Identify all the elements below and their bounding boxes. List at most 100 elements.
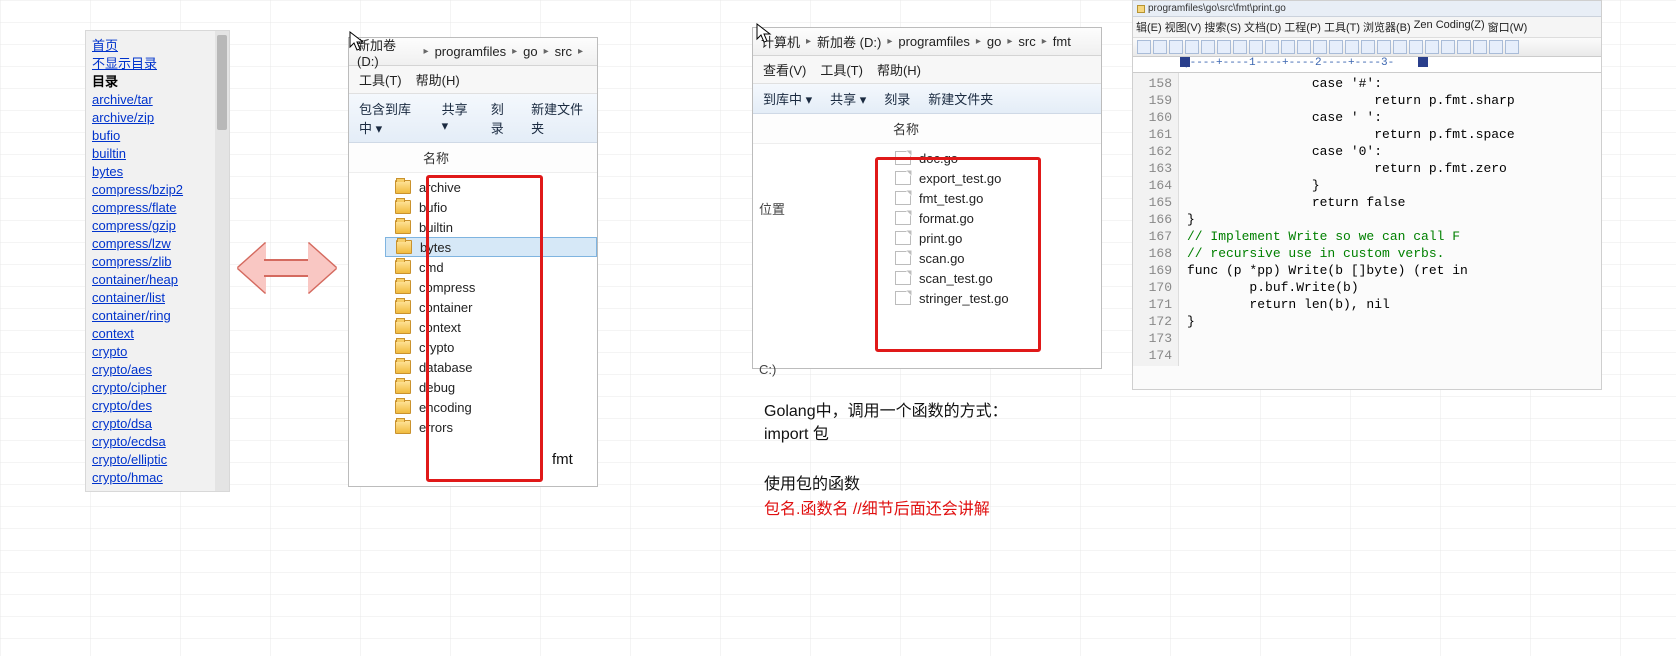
folder-item[interactable]: bufio [385, 197, 597, 217]
file-item[interactable]: fmt_test.go [885, 188, 1101, 208]
toolbar-burn[interactable]: 刻录 [491, 99, 513, 137]
toolbar-icon[interactable] [1345, 40, 1359, 54]
crumb[interactable]: 新加卷 (D:) [357, 35, 418, 69]
folder-item[interactable]: context [385, 317, 597, 337]
toolbar-icon[interactable] [1249, 40, 1263, 54]
pkg-link[interactable]: bufio [92, 127, 223, 145]
file-item[interactable]: print.go [885, 228, 1101, 248]
folder-item[interactable]: archive [385, 177, 597, 197]
toolbar-icon[interactable] [1489, 40, 1503, 54]
folder-item[interactable]: compress [385, 277, 597, 297]
toolbar[interactable]: 包含到库中 ▾ 共享 ▾ 刻录 新建文件夹 [349, 94, 597, 143]
crumb[interactable]: src [1018, 34, 1035, 49]
pkg-link[interactable]: crypto [92, 343, 223, 361]
toolbar-icon[interactable] [1409, 40, 1423, 54]
editor-menu-item[interactable]: 浏览器(B) [1363, 19, 1411, 35]
sidebar-scrollbar[interactable] [215, 31, 229, 491]
menu-tools[interactable]: 工具(T) [359, 70, 402, 89]
scrollbar-thumb[interactable] [217, 35, 227, 130]
folder-item[interactable]: container [385, 297, 597, 317]
pkg-link[interactable]: container/list [92, 289, 223, 307]
pkg-link[interactable]: bytes [92, 163, 223, 181]
pkg-link[interactable]: compress/bzip2 [92, 181, 223, 199]
toolbar-icon[interactable] [1169, 40, 1183, 54]
editor-menu-item[interactable]: Zen Coding(Z) [1414, 19, 1485, 35]
editor-menu-item[interactable]: 工具(T) [1324, 19, 1360, 35]
toolbar-icon[interactable] [1393, 40, 1407, 54]
toolbar-addlib[interactable]: 到库中 ▾ [763, 89, 812, 108]
file-item[interactable]: export_test.go [885, 168, 1101, 188]
toolbar-icon[interactable] [1297, 40, 1311, 54]
link-hide-dir[interactable]: 不显示目录 [92, 55, 223, 73]
folder-item[interactable]: debug [385, 377, 597, 397]
column-header-name[interactable]: 名称 [753, 114, 1101, 144]
file-item[interactable]: doc.go [885, 148, 1101, 168]
toolbar-icon[interactable] [1473, 40, 1487, 54]
toolbar-icon[interactable] [1377, 40, 1391, 54]
toolbar-icon[interactable] [1313, 40, 1327, 54]
toolbar-newfolder[interactable]: 新建文件夹 [531, 99, 587, 137]
pkg-link[interactable]: crypto/dsa [92, 415, 223, 433]
menu-bar[interactable]: 查看(V) 工具(T) 帮助(H) [753, 56, 1101, 84]
folder-item[interactable]: builtin [385, 217, 597, 237]
pkg-link[interactable]: crypto/elliptic [92, 451, 223, 469]
toolbar-icon[interactable] [1361, 40, 1375, 54]
crumb[interactable]: programfiles [898, 34, 970, 49]
toolbar-icon[interactable] [1457, 40, 1471, 54]
crumb[interactable]: go [523, 44, 537, 59]
menu-tools[interactable]: 工具(T) [820, 60, 863, 79]
toolbar-icon[interactable] [1505, 40, 1519, 54]
editor-menu-item[interactable]: 工程(P) [1284, 19, 1321, 35]
pkg-link[interactable]: crypto/cipher [92, 379, 223, 397]
pkg-link[interactable]: container/heap [92, 271, 223, 289]
crumb[interactable]: go [987, 34, 1001, 49]
column-header-name[interactable]: 名称 [349, 143, 597, 173]
folder-item[interactable]: encoding [385, 397, 597, 417]
crumb[interactable]: programfiles [435, 44, 507, 59]
breadcrumb[interactable]: 新加卷 (D:)▸ programfiles▸ go▸ src▸ [349, 38, 597, 66]
editor-menu-item[interactable]: 辑(E) [1136, 19, 1162, 35]
pkg-link[interactable]: compress/gzip [92, 217, 223, 235]
folder-item[interactable]: database [385, 357, 597, 377]
pkg-link[interactable]: container/ring [92, 307, 223, 325]
toolbar-icon[interactable] [1217, 40, 1231, 54]
pkg-link[interactable]: compress/zlib [92, 253, 223, 271]
toolbar-share[interactable]: 共享 ▾ [442, 99, 473, 137]
file-item[interactable]: scan_test.go [885, 268, 1101, 288]
menu-bar[interactable]: 工具(T) 帮助(H) [349, 66, 597, 94]
toolbar-icon[interactable] [1185, 40, 1199, 54]
toolbar-icon[interactable] [1441, 40, 1455, 54]
file-item[interactable]: scan.go [885, 248, 1101, 268]
toolbar-icon[interactable] [1425, 40, 1439, 54]
toolbar-addlib[interactable]: 包含到库中 ▾ [359, 99, 424, 137]
pkg-link[interactable]: crypto/des [92, 397, 223, 415]
menu-view[interactable]: 查看(V) [763, 60, 806, 79]
toolbar-icon[interactable] [1233, 40, 1247, 54]
editor-menu-item[interactable]: 文档(D) [1244, 19, 1281, 35]
pkg-link[interactable]: crypto/aes [92, 361, 223, 379]
editor-menu-item[interactable]: 视图(V) [1165, 19, 1202, 35]
toolbar-newfolder[interactable]: 新建文件夹 [928, 89, 993, 108]
crumb[interactable]: 新加卷 (D:) [817, 32, 881, 51]
toolbar[interactable]: 到库中 ▾ 共享 ▾ 刻录 新建文件夹 [753, 84, 1101, 114]
link-home[interactable]: 首页 [92, 37, 223, 55]
toolbar-icon[interactable] [1137, 40, 1151, 54]
menu-help[interactable]: 帮助(H) [877, 60, 921, 79]
toolbar-share[interactable]: 共享 ▾ [830, 89, 866, 108]
code-text[interactable]: case '#': return p.fmt.sharp case ' ': r… [1179, 73, 1515, 366]
pkg-link[interactable]: crypto/ecdsa [92, 433, 223, 451]
pkg-link[interactable]: context [92, 325, 223, 343]
editor-tab[interactable]: programfiles\go\src\fmt\print.go [1133, 1, 1601, 17]
file-item[interactable]: stringer_test.go [885, 288, 1101, 308]
crumb[interactable]: src [555, 44, 572, 59]
toolbar-icon[interactable] [1153, 40, 1167, 54]
toolbar-burn[interactable]: 刻录 [884, 89, 910, 108]
toolbar-icon[interactable] [1281, 40, 1295, 54]
folder-item[interactable]: bytes [385, 237, 597, 257]
code-area[interactable]: 1581591601611621631641651661671681691701… [1133, 73, 1601, 366]
pkg-link[interactable]: compress/flate [92, 199, 223, 217]
folder-item[interactable]: errors [385, 417, 597, 437]
pkg-link[interactable]: archive/zip [92, 109, 223, 127]
toolbar-icon[interactable] [1329, 40, 1343, 54]
breadcrumb[interactable]: 计算机▸ 新加卷 (D:)▸ programfiles▸ go▸ src▸ fm… [753, 28, 1101, 56]
